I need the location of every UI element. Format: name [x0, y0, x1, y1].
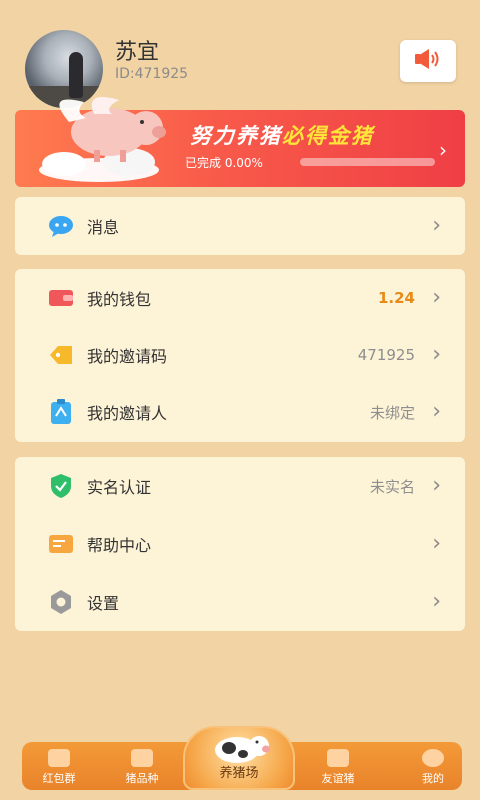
chevron-right-icon: › — [432, 399, 441, 424]
chat-bubble-icon — [47, 212, 75, 240]
banner-progress-text: 已完成 0.00% — [185, 156, 263, 170]
account-card: 我的钱包 1.24 › 我的邀请码 471925 › 我的邀请人 未绑定 › — [15, 269, 465, 442]
wallet-icon — [47, 284, 75, 312]
menu-item-invite-code[interactable]: 我的邀请码 471925 › — [15, 326, 465, 384]
tab-label: 友谊猪 — [321, 772, 355, 785]
menu-item-inviter[interactable]: 我的邀请人 未绑定 › — [15, 383, 465, 441]
tab-red-packet[interactable]: 红包群 — [24, 742, 94, 790]
banner-progress-bar — [300, 158, 435, 166]
help-center-icon — [47, 530, 75, 558]
inviter-icon — [47, 398, 75, 426]
banner-title: 努力养猪必得金猪 — [190, 120, 374, 150]
chevron-right-icon: › — [432, 342, 441, 367]
menu-item-label: 我的钱包 — [87, 290, 152, 309]
menu-item-label: 帮助中心 — [87, 536, 152, 555]
tab-label: 猪品种 — [125, 772, 159, 785]
tab-pig-breed[interactable]: 猪品种 — [107, 742, 177, 790]
chevron-right-icon: › — [432, 531, 441, 556]
menu-item-label: 实名认证 — [87, 478, 152, 497]
menu-item-label: 设置 — [87, 594, 120, 613]
chevron-right-icon: › — [432, 213, 441, 238]
flying-pig-icon — [39, 97, 166, 182]
menu-item-settings[interactable]: 设置 › — [15, 573, 465, 631]
invite-code-value: 471925 — [357, 346, 415, 364]
tag-icon — [47, 341, 75, 369]
pig-breed-icon — [131, 749, 153, 767]
menu-item-label: 我的邀请人 — [87, 404, 168, 423]
tab-label: 我的 — [422, 772, 444, 785]
chevron-right-icon: › — [432, 285, 441, 310]
tab-friend-pig[interactable]: 友谊猪 — [303, 742, 373, 790]
chevron-right-icon: › — [432, 589, 441, 614]
tab-label: 红包群 — [42, 772, 76, 785]
tab-mine[interactable]: 我的 — [398, 742, 468, 790]
menu-item-message[interactable]: 消息 › — [15, 197, 465, 255]
banner-chevron-icon: › — [439, 138, 447, 162]
heart-icon — [327, 749, 349, 767]
gear-icon — [47, 588, 75, 616]
shield-icon — [47, 472, 75, 500]
tab-label: 养猪场 — [219, 766, 259, 781]
speaker-icon — [413, 47, 443, 75]
sound-button[interactable] — [400, 40, 456, 82]
menu-item-label: 我的邀请码 — [87, 347, 168, 366]
banner-title-part2: 必得金猪 — [282, 124, 374, 148]
wallet-balance: 1.24 — [377, 289, 415, 307]
menu-item-help[interactable]: 帮助中心 › — [15, 515, 465, 573]
user-id: ID:471925 — [115, 66, 189, 82]
pig-icon — [215, 736, 270, 763]
message-card: 消息 › — [15, 197, 465, 255]
profile-header: 苏宜 ID:471925 — [0, 0, 480, 108]
banner-title-part1: 努力养猪 — [190, 124, 282, 148]
realname-status: 未实名 — [369, 477, 415, 496]
menu-item-realname[interactable]: 实名认证 未实名 › — [15, 457, 465, 515]
menu-item-wallet[interactable]: 我的钱包 1.24 › — [15, 269, 465, 327]
tab-pig-farm[interactable]: 养猪场 — [183, 726, 295, 790]
face-icon — [422, 749, 444, 767]
red-packet-icon — [48, 749, 70, 767]
chevron-right-icon: › — [432, 473, 441, 498]
username: 苏宜 — [115, 40, 160, 65]
settings-card: 实名认证 未实名 › 帮助中心 › 设置 › — [15, 457, 465, 631]
inviter-value: 未绑定 — [369, 403, 415, 422]
menu-item-label: 消息 — [87, 218, 120, 237]
